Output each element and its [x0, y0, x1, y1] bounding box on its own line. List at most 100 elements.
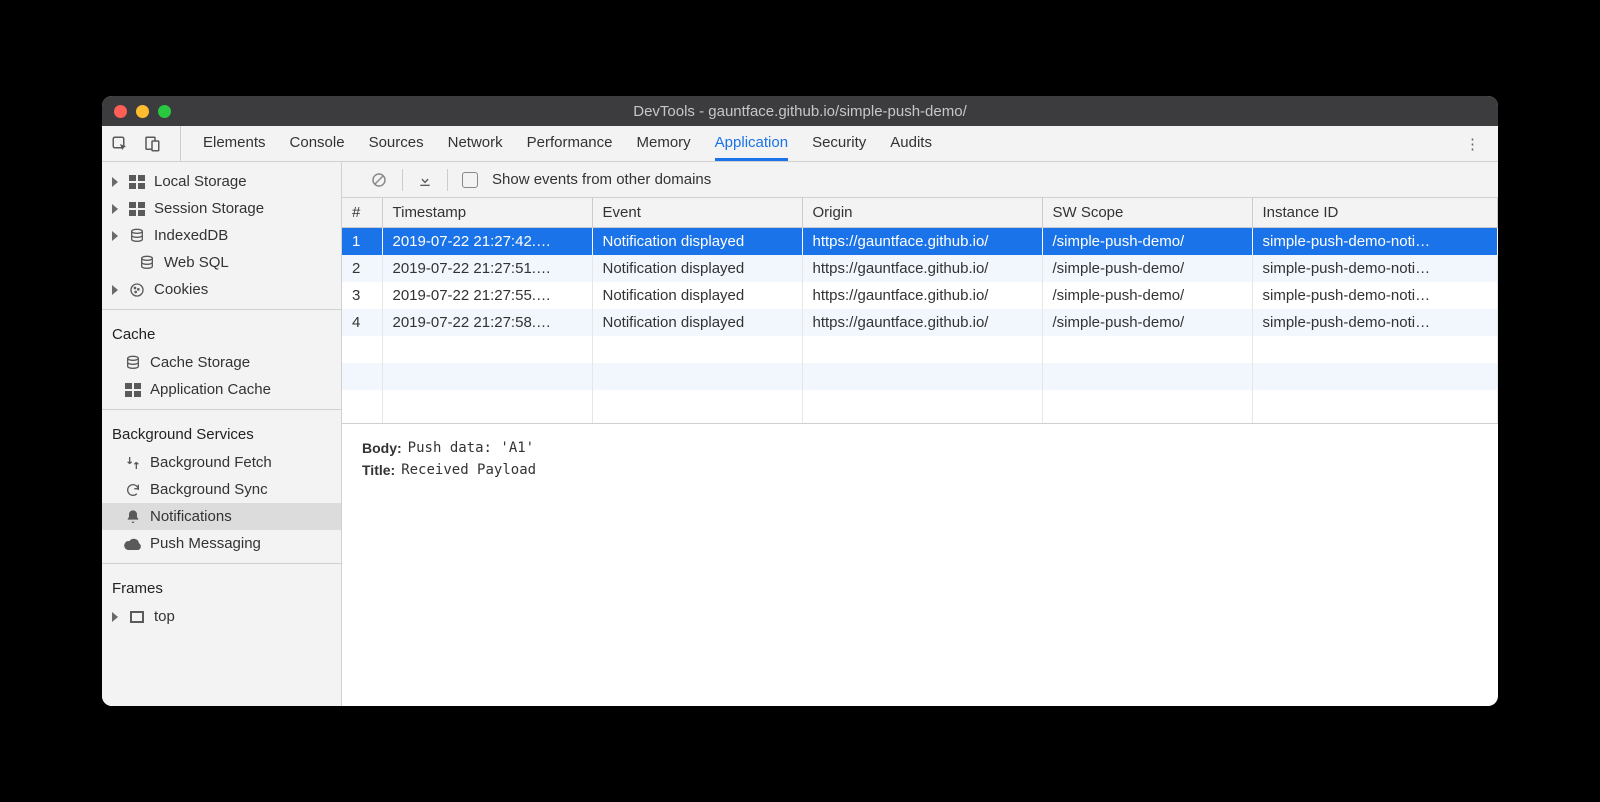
cell-n: 3 — [342, 282, 382, 309]
event-details: Body: Push data: 'A1' Title: Received Pa… — [342, 424, 1498, 706]
show-other-domains-checkbox[interactable] — [462, 172, 478, 188]
detail-body-label: Body: — [362, 440, 402, 456]
table-row[interactable]: 12019-07-22 21:27:42.…Notification displ… — [342, 228, 1498, 256]
col-origin[interactable]: Origin — [802, 198, 1042, 228]
download-button[interactable] — [417, 172, 433, 188]
sidebar-bg-background-sync[interactable]: Background Sync — [102, 476, 341, 503]
sidebar-cache-cache-storage[interactable]: Cache Storage — [102, 349, 341, 376]
cell-scope: /simple-push-demo/ — [1042, 255, 1252, 282]
cell-origin: https://gauntface.github.io/ — [802, 228, 1042, 256]
device-toggle-icon[interactable] — [142, 134, 162, 154]
tab-performance[interactable]: Performance — [527, 126, 613, 161]
tab-console[interactable]: Console — [290, 126, 345, 161]
maximize-button[interactable] — [158, 105, 171, 118]
tab-security[interactable]: Security — [812, 126, 866, 161]
expand-arrow-icon — [112, 204, 118, 214]
sidebar-item-label: Cache Storage — [150, 354, 250, 371]
toolbar: Show events from other domains — [342, 162, 1498, 198]
sidebar-item-label: IndexedDB — [154, 227, 228, 244]
main-panel: Show events from other domains #Timestam… — [342, 162, 1498, 706]
main-tabs: Elements Console Sources Network Performance… — [102, 126, 1498, 162]
table-row-empty — [342, 336, 1498, 363]
table-row[interactable]: 32019-07-22 21:27:55.…Notification displ… — [342, 282, 1498, 309]
close-button[interactable] — [114, 105, 127, 118]
more-menu-icon[interactable]: ⋮ — [1455, 135, 1490, 153]
sidebar-item-label: Background Fetch — [150, 454, 272, 471]
sidebar-bg-background-fetch[interactable]: Background Fetch — [102, 449, 341, 476]
cell-iid: simple-push-demo-noti… — [1252, 282, 1498, 309]
cell-ts: 2019-07-22 21:27:51.… — [382, 255, 592, 282]
sidebar-storage-indexeddb[interactable]: IndexedDB — [102, 222, 341, 249]
sidebar-bg-notifications[interactable]: Notifications — [102, 503, 341, 530]
table-row[interactable]: 22019-07-22 21:27:51.…Notification displ… — [342, 255, 1498, 282]
cell-scope: /simple-push-demo/ — [1042, 309, 1252, 336]
cell-n: 4 — [342, 309, 382, 336]
sidebar-storage-cookies[interactable]: Cookies — [102, 276, 341, 303]
cell-iid: simple-push-demo-noti… — [1252, 309, 1498, 336]
cell-origin: https://gauntface.github.io/ — [802, 255, 1042, 282]
tab-network[interactable]: Network — [448, 126, 503, 161]
bell-icon — [124, 509, 142, 525]
sidebar-item-label: Application Cache — [150, 381, 271, 398]
minimize-button[interactable] — [136, 105, 149, 118]
frame-icon — [128, 609, 146, 625]
expand-arrow-icon — [112, 177, 118, 187]
sidebar-cache-application-cache[interactable]: Application Cache — [102, 376, 341, 403]
sidebar-storage-web-sql[interactable]: Web SQL — [102, 249, 341, 276]
detail-title-label: Title: — [362, 462, 395, 478]
sidebar-item-label: Session Storage — [154, 200, 264, 217]
tab-application[interactable]: Application — [715, 126, 788, 161]
cell-event: Notification displayed — [592, 282, 802, 309]
sidebar-storage-session-storage[interactable]: Session Storage — [102, 195, 341, 222]
table-row[interactable]: 42019-07-22 21:27:58.…Notification displ… — [342, 309, 1498, 336]
sidebar-item-label: top — [154, 608, 175, 625]
db-icon — [124, 355, 142, 371]
col-instance-id[interactable]: Instance ID — [1252, 198, 1498, 228]
titlebar: DevTools - gauntface.github.io/simple-pu… — [102, 96, 1498, 126]
sidebar-item-label: Background Sync — [150, 481, 268, 498]
col-timestamp[interactable]: Timestamp — [382, 198, 592, 228]
col-event[interactable]: Event — [592, 198, 802, 228]
cell-scope: /simple-push-demo/ — [1042, 282, 1252, 309]
db-icon — [138, 255, 156, 271]
cell-ts: 2019-07-22 21:27:55.… — [382, 282, 592, 309]
cell-ts: 2019-07-22 21:27:42.… — [382, 228, 592, 256]
expand-arrow-icon — [112, 231, 118, 241]
table-row-empty — [342, 363, 1498, 390]
sync-icon — [124, 482, 142, 498]
table-row-empty — [342, 390, 1498, 424]
grid-icon — [128, 174, 146, 190]
tab-memory[interactable]: Memory — [637, 126, 691, 161]
cell-n: 1 — [342, 228, 382, 256]
sidebar-storage-local-storage[interactable]: Local Storage — [102, 168, 341, 195]
cell-iid: simple-push-demo-noti… — [1252, 228, 1498, 256]
col-sw-scope[interactable]: SW Scope — [1042, 198, 1252, 228]
clear-button[interactable] — [370, 171, 388, 189]
sidebar-frames-top[interactable]: top — [102, 603, 341, 630]
sidebar-item-label: Push Messaging — [150, 535, 261, 552]
expand-arrow-icon — [112, 612, 118, 622]
tab-sources[interactable]: Sources — [369, 126, 424, 161]
group-cache: Cache — [102, 316, 341, 349]
expand-arrow-icon — [112, 285, 118, 295]
sidebar-bg-push-messaging[interactable]: Push Messaging — [102, 530, 341, 557]
inspect-icon[interactable] — [110, 134, 130, 154]
db-icon — [128, 228, 146, 244]
group-frames: Frames — [102, 570, 341, 603]
sidebar-item-label: Notifications — [150, 508, 232, 525]
detail-title-value: Received Payload — [401, 462, 536, 478]
cell-event: Notification displayed — [592, 309, 802, 336]
col--[interactable]: # — [342, 198, 382, 228]
sidebar-item-label: Cookies — [154, 281, 208, 298]
show-other-domains-label: Show events from other domains — [492, 171, 711, 188]
tab-elements[interactable]: Elements — [203, 126, 266, 161]
traffic-lights — [114, 105, 171, 118]
cell-n: 2 — [342, 255, 382, 282]
fetch-icon — [124, 455, 142, 471]
events-table: #TimestampEventOriginSW ScopeInstance ID… — [342, 198, 1498, 424]
sidebar-item-label: Local Storage — [154, 173, 247, 190]
cookie-icon — [128, 282, 146, 298]
tab-audits[interactable]: Audits — [890, 126, 932, 161]
cell-origin: https://gauntface.github.io/ — [802, 309, 1042, 336]
cell-origin: https://gauntface.github.io/ — [802, 282, 1042, 309]
